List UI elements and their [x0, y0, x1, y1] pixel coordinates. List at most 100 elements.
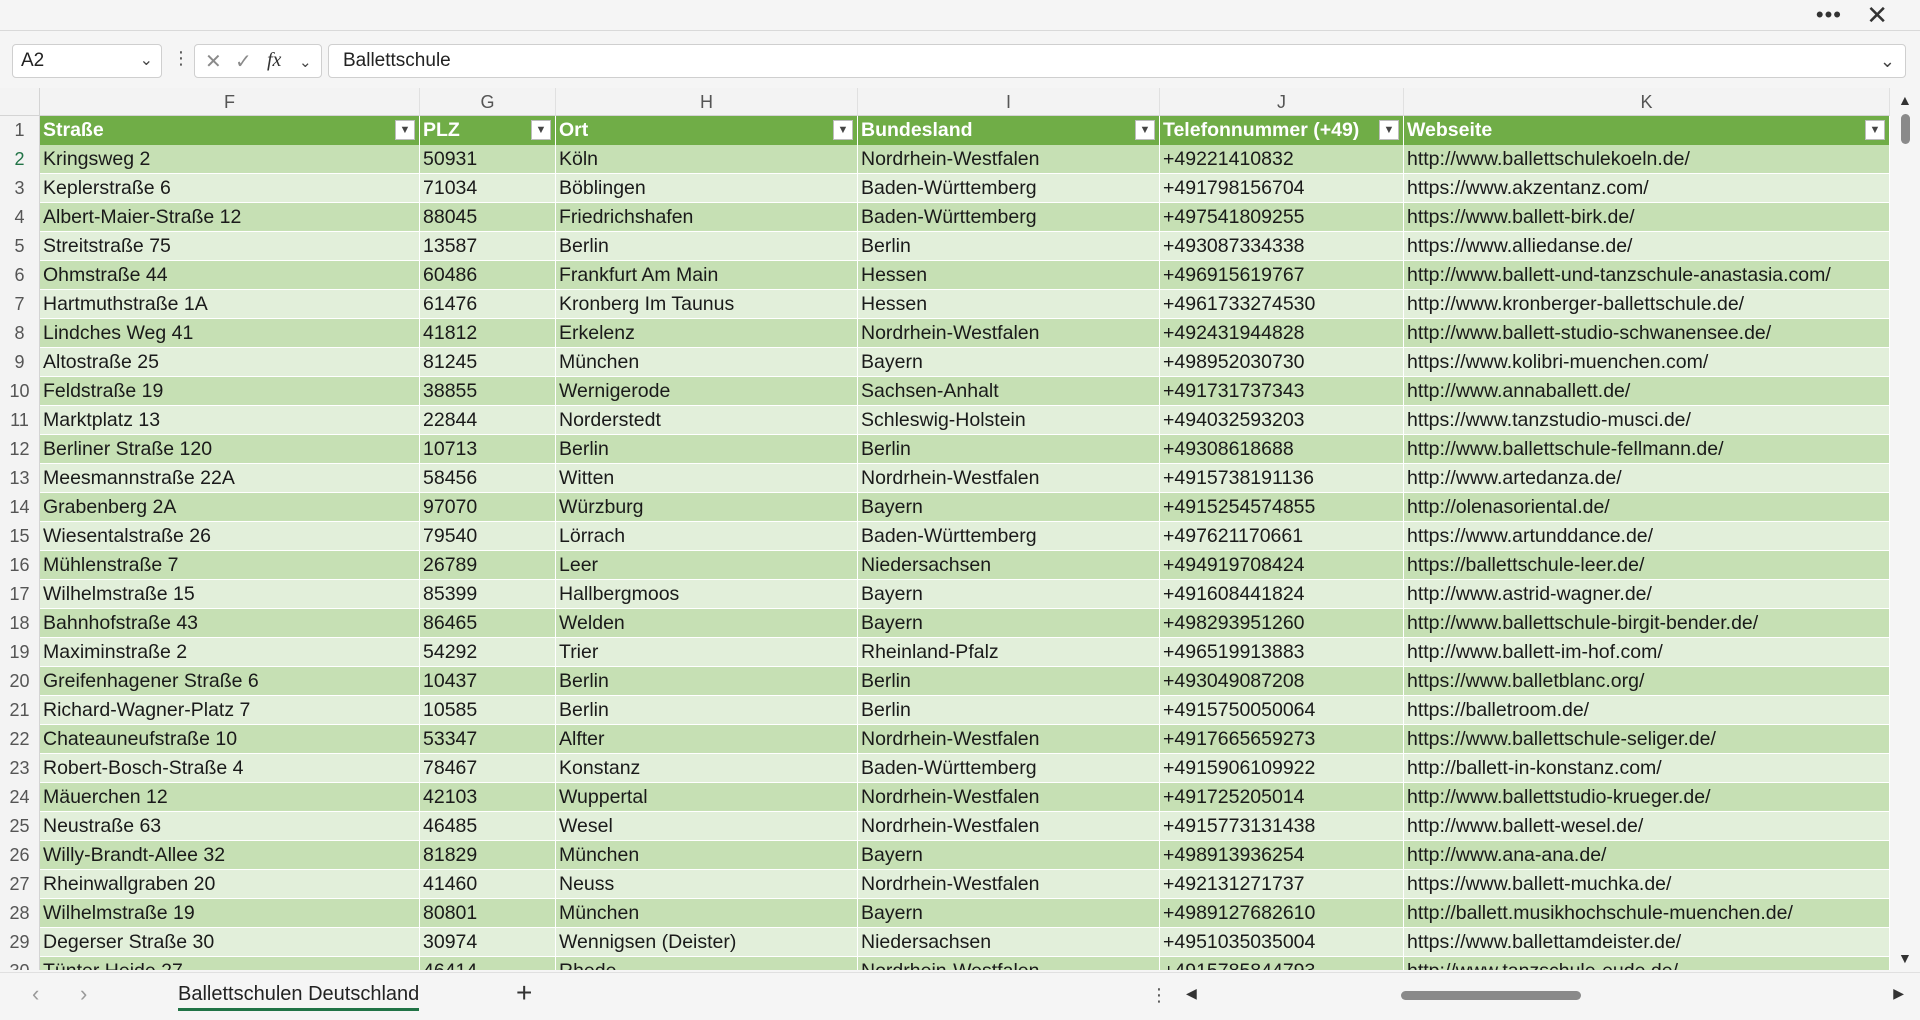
table-cell[interactable]: Robert-Bosch-Straße 4 — [40, 754, 420, 783]
table-cell[interactable]: http://www.ballett-im-hof.com/ — [1404, 638, 1890, 667]
table-cell[interactable]: Schleswig-Holstein — [858, 406, 1160, 435]
table-cell[interactable]: +4915773131438 — [1160, 812, 1404, 841]
table-cell[interactable]: +4961733274530 — [1160, 290, 1404, 319]
row-number[interactable]: 16 — [0, 551, 40, 580]
row-number[interactable]: 4 — [0, 203, 40, 232]
table-cell[interactable]: http://www.ballett-studio-schwanensee.de… — [1404, 319, 1890, 348]
scroll-left-icon[interactable]: ◀ — [1186, 985, 1197, 1002]
table-cell[interactable]: 38855 — [420, 377, 556, 406]
enter-icon[interactable]: ✓ — [235, 49, 252, 74]
horizontal-scroll-thumb[interactable] — [1401, 991, 1581, 1000]
table-cell[interactable]: Erkelenz — [556, 319, 858, 348]
table-cell[interactable]: 22844 — [420, 406, 556, 435]
table-cell[interactable]: Baden-Württemberg — [858, 174, 1160, 203]
table-cell[interactable]: https://www.tanzstudio-musci.de/ — [1404, 406, 1890, 435]
table-cell[interactable]: +49221410832 — [1160, 145, 1404, 174]
table-cell[interactable]: Richard-Wagner-Platz 7 — [40, 696, 420, 725]
formula-input[interactable]: Ballettschule ⌄ — [328, 44, 1906, 78]
table-cell[interactable]: 26789 — [420, 551, 556, 580]
table-cell[interactable]: 61476 — [420, 290, 556, 319]
table-cell[interactable]: Bahnhofstraße 43 — [40, 609, 420, 638]
table-cell[interactable]: Feldstraße 19 — [40, 377, 420, 406]
table-cell[interactable]: Berlin — [858, 667, 1160, 696]
table-cell[interactable]: 30974 — [420, 928, 556, 957]
table-cell[interactable]: https://www.ballettamdeister.de/ — [1404, 928, 1890, 957]
row-number[interactable]: 10 — [0, 377, 40, 406]
add-sheet-button[interactable]: + — [516, 977, 532, 1009]
table-cell[interactable]: Kringsweg 2 — [40, 145, 420, 174]
table-cell[interactable]: Grabenberg 2A — [40, 493, 420, 522]
table-cell[interactable]: http://www.ballettschule-birgit-bender.d… — [1404, 609, 1890, 638]
row-number[interactable]: 25 — [0, 812, 40, 841]
table-cell[interactable]: +498293951260 — [1160, 609, 1404, 638]
row-number[interactable]: 6 — [0, 261, 40, 290]
table-cell[interactable]: +497621170661 — [1160, 522, 1404, 551]
table-header-cell[interactable]: Webseite ▼ — [1404, 116, 1890, 145]
table-cell[interactable]: http://www.ballett-wesel.de/ — [1404, 812, 1890, 841]
table-cell[interactable]: https://www.ballett-birk.de/ — [1404, 203, 1890, 232]
table-cell[interactable]: +4915750050064 — [1160, 696, 1404, 725]
row-number[interactable]: 3 — [0, 174, 40, 203]
vertical-dots-icon[interactable]: ⋮ — [1150, 985, 1168, 1006]
table-cell[interactable]: Streitstraße 75 — [40, 232, 420, 261]
table-cell[interactable]: Degerser Straße 30 — [40, 928, 420, 957]
row-number[interactable]: 21 — [0, 696, 40, 725]
table-cell[interactable]: Albert-Maier-Straße 12 — [40, 203, 420, 232]
table-cell[interactable]: Bayern — [858, 580, 1160, 609]
table-cell[interactable]: +4915906109922 — [1160, 754, 1404, 783]
table-cell[interactable]: Ohmstraße 44 — [40, 261, 420, 290]
table-cell[interactable]: Würzburg — [556, 493, 858, 522]
table-cell[interactable]: +491608441824 — [1160, 580, 1404, 609]
table-cell[interactable]: 42103 — [420, 783, 556, 812]
table-cell[interactable]: 10437 — [420, 667, 556, 696]
table-cell[interactable]: http://www.kronberger-ballettschule.de/ — [1404, 290, 1890, 319]
table-cell[interactable]: +497541809255 — [1160, 203, 1404, 232]
table-cell[interactable]: +4917665659273 — [1160, 725, 1404, 754]
table-cell[interactable]: 60486 — [420, 261, 556, 290]
table-cell[interactable]: Berlin — [556, 232, 858, 261]
table-cell[interactable]: http://www.tanzschule-eude.de/ — [1404, 957, 1890, 970]
table-cell[interactable]: https://balletroom.de/ — [1404, 696, 1890, 725]
table-header-cell[interactable]: Ort ▼ — [556, 116, 858, 145]
table-cell[interactable]: 54292 — [420, 638, 556, 667]
table-cell[interactable]: Wuppertal — [556, 783, 858, 812]
column-header-h[interactable]: H — [556, 88, 858, 116]
table-cell[interactable]: Rheinwallgraben 20 — [40, 870, 420, 899]
table-cell[interactable]: Mühlenstraße 7 — [40, 551, 420, 580]
row-number[interactable]: 19 — [0, 638, 40, 667]
table-cell[interactable]: Böblingen — [556, 174, 858, 203]
table-cell[interactable]: Niedersachsen — [858, 928, 1160, 957]
sheet-tab-active[interactable]: Ballettschulen Deutschland — [168, 979, 429, 1011]
row-number[interactable]: 12 — [0, 435, 40, 464]
table-cell[interactable]: Rheinland-Pfalz — [858, 638, 1160, 667]
table-cell[interactable]: Berlin — [858, 232, 1160, 261]
table-cell[interactable]: München — [556, 899, 858, 928]
table-cell[interactable]: +4951035035004 — [1160, 928, 1404, 957]
table-header-cell[interactable]: Straße ▼ — [40, 116, 420, 145]
table-cell[interactable]: +493049087208 — [1160, 667, 1404, 696]
table-cell[interactable]: Berlin — [556, 667, 858, 696]
prev-sheet-icon[interactable]: ‹ — [32, 981, 39, 1007]
row-number[interactable]: 7 — [0, 290, 40, 319]
row-number[interactable]: 14 — [0, 493, 40, 522]
table-cell[interactable]: 97070 — [420, 493, 556, 522]
vertical-dots-icon[interactable]: ⋮ — [172, 48, 190, 69]
table-cell[interactable]: Neustraße 63 — [40, 812, 420, 841]
table-cell[interactable]: Greifenhagener Straße 6 — [40, 667, 420, 696]
table-cell[interactable]: Bayern — [858, 348, 1160, 377]
fx-icon[interactable]: fx — [267, 49, 281, 72]
table-cell[interactable]: +496519913883 — [1160, 638, 1404, 667]
row-number[interactable]: 28 — [0, 899, 40, 928]
table-cell[interactable]: 79540 — [420, 522, 556, 551]
table-cell[interactable]: 13587 — [420, 232, 556, 261]
scroll-right-icon[interactable]: ▶ — [1893, 985, 1904, 1002]
row-number[interactable]: 13 — [0, 464, 40, 493]
column-header-k[interactable]: K — [1404, 88, 1890, 116]
table-cell[interactable]: +491798156704 — [1160, 174, 1404, 203]
table-cell[interactable]: http://www.annaballett.de/ — [1404, 377, 1890, 406]
table-cell[interactable]: Chateauneufstraße 10 — [40, 725, 420, 754]
row-number[interactable]: 24 — [0, 783, 40, 812]
more-options-icon[interactable]: ••• — [1816, 2, 1842, 28]
table-cell[interactable]: 10585 — [420, 696, 556, 725]
table-cell[interactable]: 46485 — [420, 812, 556, 841]
